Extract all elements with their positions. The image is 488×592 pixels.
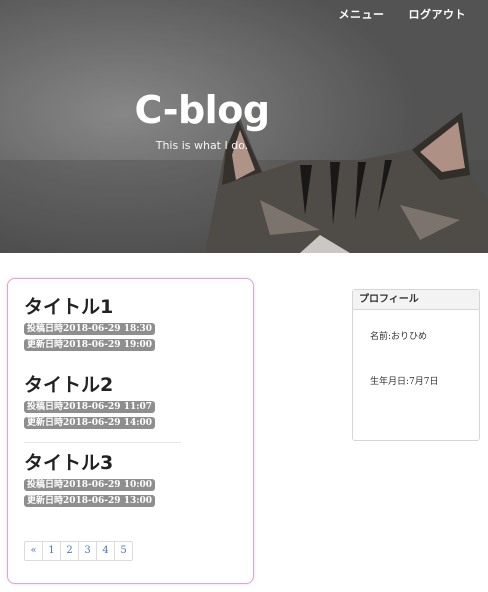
post-item: タイトル3 投稿日時2018-06-29 10:00 更新日時2018-06-2… [24, 452, 156, 508]
pagination-page[interactable]: 4 [96, 542, 114, 560]
post-list-card: タイトル1 投稿日時2018-06-29 18:30 更新日時2018-06-2… [7, 278, 254, 584]
site-subtitle: This is what I do. [155, 139, 249, 152]
post-divider [24, 442, 181, 443]
top-nav: メニュー ログアウト [339, 6, 467, 22]
updated-date: 更新日時2018-06-29 13:00 [24, 495, 156, 507]
hero-banner: メニュー ログアウト C-blog This is what I do. [0, 0, 488, 253]
profile-name: 名前:おりひめ [370, 332, 428, 342]
pagination-page[interactable]: 1 [42, 542, 60, 560]
post-title[interactable]: タイトル2 [24, 374, 155, 396]
updated-date: 更新日時2018-06-29 19:00 [24, 339, 156, 351]
posted-date: 投稿日時2018-06-29 11:07 [24, 401, 156, 413]
profile-panel: プロフィール 名前:おりひめ 生年月日:7月7日 [352, 289, 480, 441]
pagination-page[interactable]: 5 [114, 542, 132, 560]
post-item: タイトル1 投稿日時2018-06-29 18:30 更新日時2018-06-2… [24, 296, 156, 352]
post-title[interactable]: タイトル1 [24, 296, 155, 318]
post-title[interactable]: タイトル3 [24, 452, 155, 474]
profile-heading: プロフィール [353, 290, 479, 310]
pagination-prev[interactable]: « [25, 542, 42, 560]
menu-link[interactable]: メニュー [339, 6, 385, 22]
updated-date: 更新日時2018-06-29 14:00 [24, 417, 156, 429]
site-title[interactable]: C-blog [0, 88, 404, 132]
logout-link[interactable]: ログアウト [409, 6, 467, 22]
posted-date: 投稿日時2018-06-29 18:30 [24, 323, 156, 335]
pagination: « 1 2 3 4 5 [24, 541, 133, 561]
posted-date: 投稿日時2018-06-29 10:00 [24, 479, 156, 491]
post-item: タイトル2 投稿日時2018-06-29 11:07 更新日時2018-06-2… [24, 374, 156, 430]
pagination-page[interactable]: 3 [78, 542, 96, 560]
pagination-page[interactable]: 2 [60, 542, 78, 560]
profile-birthday: 生年月日:7月7日 [370, 377, 439, 387]
